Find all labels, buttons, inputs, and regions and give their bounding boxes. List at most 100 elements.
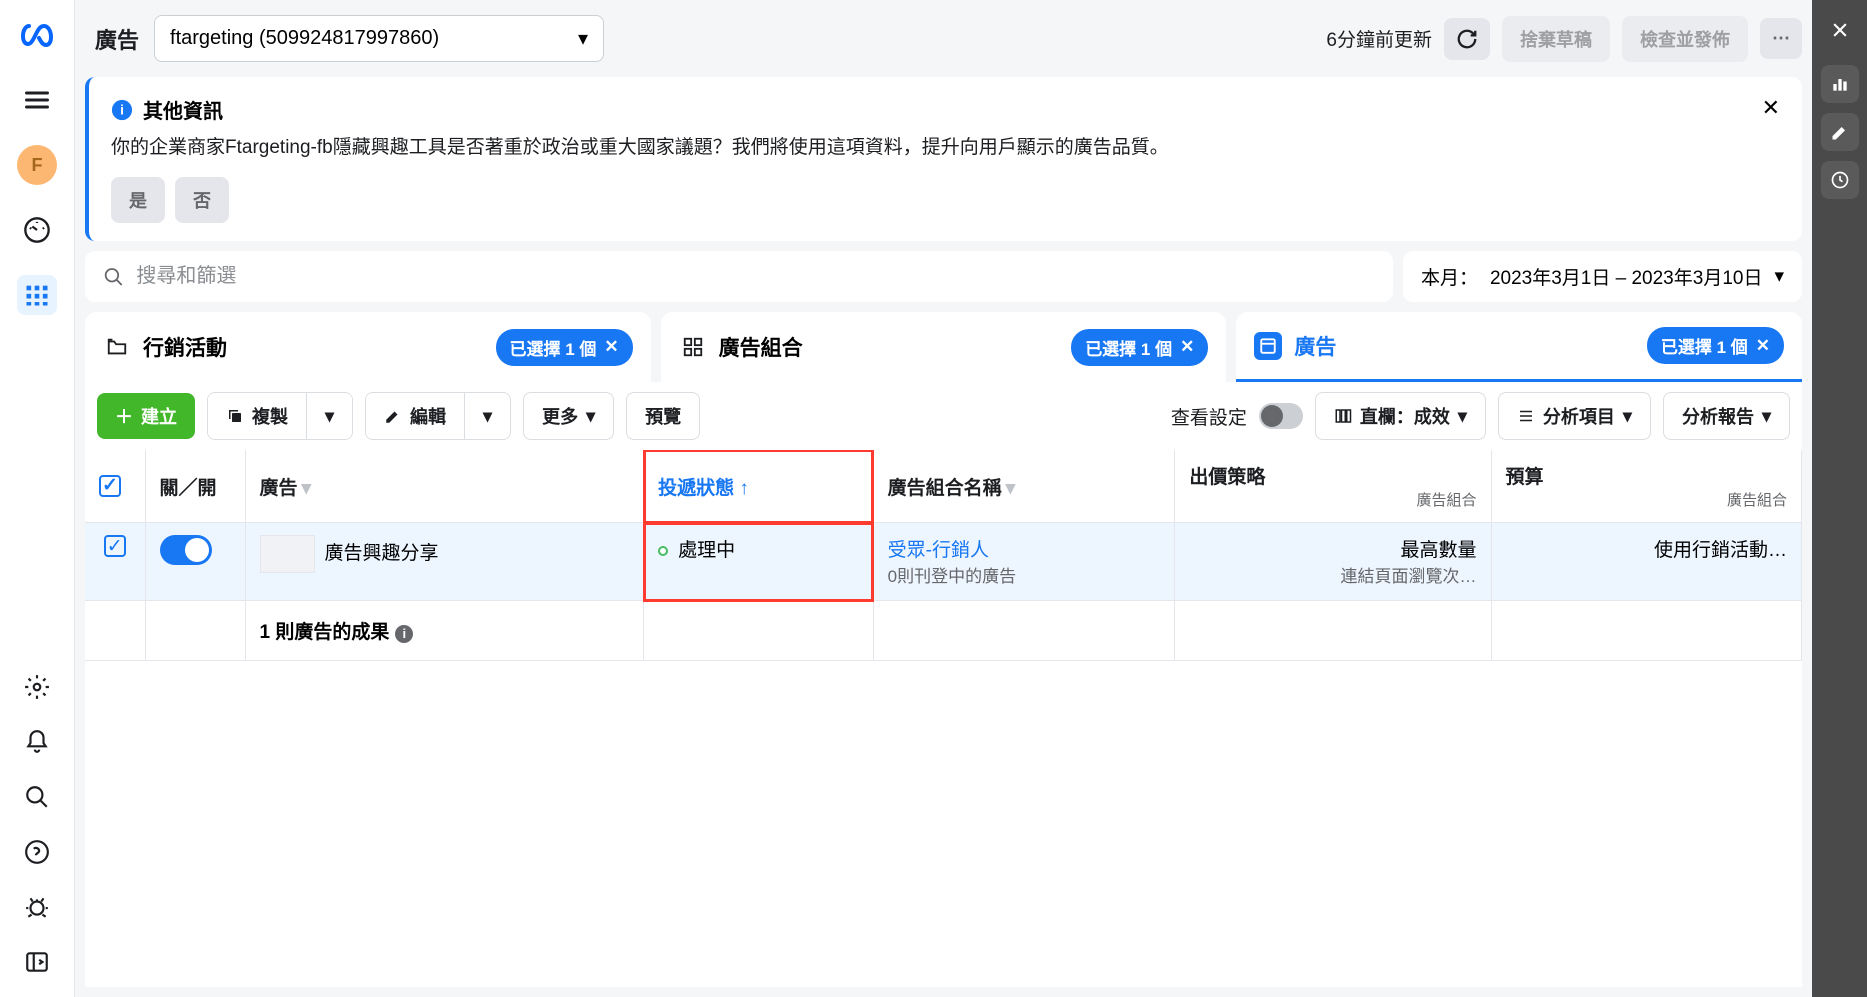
- banner-yes-button[interactable]: 是: [111, 177, 165, 223]
- tabs-row: 行銷活動 已選擇 1 個 ✕ 廣告組合 已選擇 1 個 ✕ 廣告 已選擇 1 個…: [85, 312, 1802, 382]
- breakdown-icon: [1517, 407, 1535, 425]
- refresh-button[interactable]: [1444, 18, 1490, 60]
- main-content: 廣告 ftargeting (509924817997860) ▾ 6分鐘前更新…: [75, 0, 1812, 997]
- create-button[interactable]: ＋建立: [97, 393, 195, 439]
- view-settings-toggle[interactable]: [1259, 403, 1303, 429]
- gauge-icon[interactable]: [17, 210, 57, 250]
- pencil-icon[interactable]: [1821, 113, 1859, 151]
- search-icon: [103, 266, 124, 288]
- cell-budget: 使用行銷活動…: [1491, 523, 1801, 601]
- pencil-icon: [384, 407, 402, 425]
- tab-adsets-label: 廣告組合: [719, 332, 803, 362]
- cell-delivery: 處理中: [644, 523, 874, 601]
- search-icon[interactable]: [17, 777, 57, 817]
- account-selector-label: ftargeting (509924817997860): [170, 27, 439, 50]
- th-checkbox[interactable]: ✓: [85, 450, 145, 523]
- results-row: 1 則廣告的成果i: [85, 601, 1802, 661]
- clock-icon[interactable]: [1821, 161, 1859, 199]
- ads-manager-icon[interactable]: [17, 275, 57, 315]
- meta-logo[interactable]: [17, 15, 57, 55]
- gear-icon[interactable]: [17, 667, 57, 707]
- columns-icon: [1334, 407, 1352, 425]
- tab-adsets[interactable]: 廣告組合 已選擇 1 個 ✕: [661, 312, 1227, 382]
- th-delivery[interactable]: 投遞狀態 ↑: [644, 450, 874, 523]
- reports-button[interactable]: 分析報告 ▾: [1663, 392, 1790, 440]
- right-rail: [1812, 0, 1867, 997]
- grid-icon: [679, 333, 707, 361]
- avatar-letter: F: [32, 155, 43, 176]
- preview-button[interactable]: 預覽: [626, 392, 700, 440]
- duplicate-dropdown[interactable]: ▾: [307, 393, 352, 439]
- chevron-down-icon: ▾: [1774, 265, 1784, 288]
- search-input[interactable]: [136, 265, 1375, 288]
- tab-campaigns-badge: 已選擇 1 個 ✕: [496, 329, 633, 366]
- info-icon: i: [111, 99, 133, 121]
- cell-bid: 最高數量連結頁面瀏覽次…: [1175, 523, 1491, 601]
- discard-draft-button[interactable]: 捨棄草稿: [1502, 16, 1610, 62]
- banner-no-button[interactable]: 否: [175, 177, 229, 223]
- menu-icon[interactable]: [17, 80, 57, 120]
- search-row: 本月： 2023年3月1日 – 2023年3月10日 ▾: [85, 251, 1802, 302]
- columns-button[interactable]: 直欄：成效 ▾: [1315, 392, 1486, 440]
- ad-icon: [1254, 332, 1282, 360]
- th-ad[interactable]: 廣告▾: [245, 450, 644, 523]
- bug-icon[interactable]: [17, 887, 57, 927]
- top-bar: 廣告 ftargeting (509924817997860) ▾ 6分鐘前更新…: [85, 10, 1802, 77]
- search-box[interactable]: [85, 251, 1393, 302]
- date-prefix: 本月：: [1421, 263, 1478, 290]
- folder-icon: [103, 333, 131, 361]
- cell-adset: 受眾-行銷人0則刊登中的廣告: [873, 523, 1175, 601]
- clear-selection-icon[interactable]: ✕: [1180, 337, 1194, 357]
- ad-thumbnail: [260, 535, 315, 573]
- help-icon[interactable]: [17, 832, 57, 872]
- bell-icon[interactable]: [17, 722, 57, 762]
- copy-icon: [226, 407, 244, 425]
- avatar[interactable]: F: [17, 145, 57, 185]
- tab-campaigns[interactable]: 行銷活動 已選擇 1 個 ✕: [85, 312, 651, 382]
- tab-adsets-badge: 已選擇 1 個 ✕: [1071, 329, 1208, 366]
- th-adset-name[interactable]: 廣告組合名稱▾: [873, 450, 1175, 523]
- date-range: 2023年3月1日 – 2023年3月10日: [1490, 263, 1763, 290]
- chart-icon[interactable]: [1821, 65, 1859, 103]
- info-banner: ✕ i 其他資訊 你的企業商家Ftargeting-fb隱藏興趣工具是否著重於政…: [85, 77, 1802, 241]
- breakdown-button[interactable]: 分析項目 ▾: [1498, 392, 1651, 440]
- tab-campaigns-label: 行銷活動: [143, 332, 227, 362]
- chevron-down-icon: ▾: [578, 26, 588, 51]
- clear-selection-icon[interactable]: ✕: [604, 337, 618, 357]
- info-banner-body: 你的企業商家Ftargeting-fb隱藏興趣工具是否著重於政治或重大國家議題？…: [111, 132, 1780, 159]
- edit-dropdown[interactable]: ▾: [465, 393, 510, 439]
- tab-ads-label: 廣告: [1294, 331, 1336, 361]
- close-icon[interactable]: ✕: [1762, 95, 1780, 121]
- row-toggle[interactable]: [160, 535, 212, 565]
- svg-text:i: i: [120, 102, 124, 117]
- th-bid-strategy[interactable]: 出價策略廣告組合: [1175, 450, 1491, 523]
- row-checkbox[interactable]: ✓: [85, 523, 145, 601]
- collapse-icon[interactable]: [17, 942, 57, 982]
- clear-selection-icon[interactable]: ✕: [1756, 336, 1770, 356]
- info-banner-title: 其他資訊: [143, 95, 223, 124]
- more-button[interactable]: 更多 ▾: [523, 392, 614, 440]
- table-row[interactable]: ✓ 廣告興趣分享 處理中 受眾-行銷人0則刊登中的廣告 最高數量連結頁面瀏覽次……: [85, 523, 1802, 601]
- toolbar: ＋建立 複製 ▾ 編輯 ▾ 更多 ▾ 預覽 查看設定 直欄：成效 ▾ 分析項目 …: [85, 382, 1802, 450]
- tab-ads[interactable]: 廣告 已選擇 1 個 ✕: [1236, 312, 1802, 382]
- account-selector[interactable]: ftargeting (509924817997860) ▾: [154, 15, 604, 62]
- edit-button[interactable]: 編輯: [366, 393, 465, 439]
- sort-icon: ▾: [1006, 478, 1016, 499]
- more-menu-button[interactable]: ⋯: [1760, 18, 1802, 59]
- th-onoff[interactable]: 關／開: [145, 450, 245, 523]
- view-settings-label: 查看設定: [1171, 403, 1247, 430]
- page-title: 廣告: [95, 23, 139, 55]
- info-icon[interactable]: i: [395, 625, 413, 643]
- review-publish-button[interactable]: 檢查並發佈: [1622, 16, 1748, 62]
- adset-link[interactable]: 受眾-行銷人: [888, 540, 989, 561]
- duplicate-button-group: 複製 ▾: [207, 392, 353, 440]
- cell-ad-name: 廣告興趣分享: [245, 523, 644, 601]
- th-budget[interactable]: 預算廣告組合: [1491, 450, 1801, 523]
- close-icon[interactable]: [1830, 10, 1850, 55]
- status-dot-icon: [658, 546, 668, 556]
- results-label: 1 則廣告的成果i: [245, 601, 644, 661]
- date-range-selector[interactable]: 本月： 2023年3月1日 – 2023年3月10日 ▾: [1403, 251, 1802, 302]
- duplicate-button[interactable]: 複製: [208, 393, 307, 439]
- sort-icon: ▾: [302, 478, 312, 499]
- last-updated-text: 6分鐘前更新: [1326, 25, 1432, 52]
